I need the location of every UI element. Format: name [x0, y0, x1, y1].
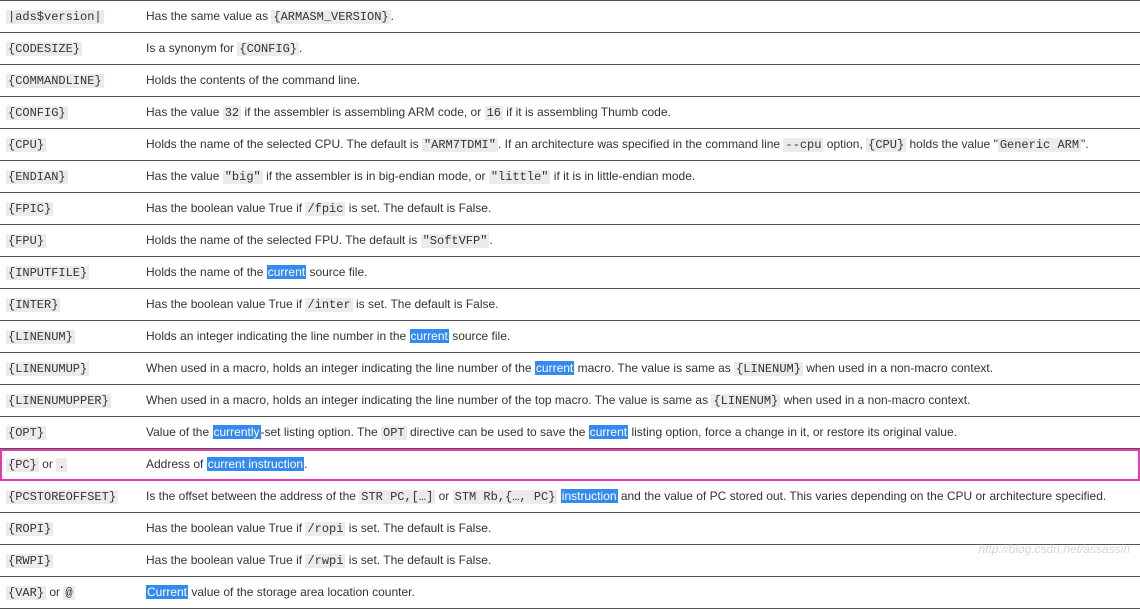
variable-cell: |ads$version|	[0, 1, 140, 33]
description-cell: Has the boolean value True if /inter is …	[140, 289, 1140, 321]
description-cell: Holds the name of the selected CPU. The …	[140, 129, 1140, 161]
description-cell: Current value of the storage area locati…	[140, 577, 1140, 609]
variable-cell: {RWPI}	[0, 545, 140, 577]
description-cell: Holds the name of the selected FPU. The …	[140, 225, 1140, 257]
variable-cell: {VAR} or @	[0, 577, 140, 609]
description-cell: Has the value "big" if the assembler is …	[140, 161, 1140, 193]
description-cell: Holds the name of the current source fil…	[140, 257, 1140, 289]
table-row: {LINENUMUPPER}When used in a macro, hold…	[0, 385, 1140, 417]
variable-cell: {COMMANDLINE}	[0, 65, 140, 97]
variable-cell: {FPU}	[0, 225, 140, 257]
table-row: {PC} or .Address of current instruction.	[0, 449, 1140, 481]
table-row: {ENDIAN}Has the value "big" if the assem…	[0, 161, 1140, 193]
table-row: {PCSTOREOFFSET}Is the offset between the…	[0, 481, 1140, 513]
variable-cell: {LINENUMUPPER}	[0, 385, 140, 417]
variable-cell: {PC} or .	[0, 449, 140, 481]
variable-cell: {INPUTFILE}	[0, 257, 140, 289]
description-cell: Has the boolean value True if /fpic is s…	[140, 193, 1140, 225]
table-row: {ROPI}Has the boolean value True if /rop…	[0, 513, 1140, 545]
variable-cell: {CODESIZE}	[0, 33, 140, 65]
variable-cell: {ROPI}	[0, 513, 140, 545]
variable-cell: {INTER}	[0, 289, 140, 321]
description-cell: Is a synonym for {CONFIG}.	[140, 33, 1140, 65]
description-cell: Has the value 32 if the assembler is ass…	[140, 97, 1140, 129]
description-cell: Has the same value as {ARMASM_VERSION}.	[140, 1, 1140, 33]
variable-cell: {OPT}	[0, 417, 140, 449]
table-row: {CODESIZE}Is a synonym for {CONFIG}.	[0, 33, 1140, 65]
table-row: {COMMANDLINE}Holds the contents of the c…	[0, 65, 1140, 97]
variable-cell: {CPU}	[0, 129, 140, 161]
table-row: {OPT}Value of the currently-set listing …	[0, 417, 1140, 449]
table-row: {LINENUM}Holds an integer indicating the…	[0, 321, 1140, 353]
table-row: |ads$version|Has the same value as {ARMA…	[0, 1, 1140, 33]
description-cell: Is the offset between the address of the…	[140, 481, 1140, 513]
variable-cell: {FPIC}	[0, 193, 140, 225]
variable-cell: {CONFIG}	[0, 97, 140, 129]
table-row: {LINENUMUP}When used in a macro, holds a…	[0, 353, 1140, 385]
variable-cell: {ENDIAN}	[0, 161, 140, 193]
description-cell: Holds an integer indicating the line num…	[140, 321, 1140, 353]
description-cell: Has the boolean value True if /ropi is s…	[140, 513, 1140, 545]
variable-cell: {PCSTOREOFFSET}	[0, 481, 140, 513]
description-cell: When used in a macro, holds an integer i…	[140, 385, 1140, 417]
table-row: {INPUTFILE}Holds the name of the current…	[0, 257, 1140, 289]
predefined-variables-table: |ads$version|Has the same value as {ARMA…	[0, 0, 1140, 609]
variable-cell: {LINENUM}	[0, 321, 140, 353]
variable-cell: {LINENUMUP}	[0, 353, 140, 385]
table-row: {CPU}Holds the name of the selected CPU.…	[0, 129, 1140, 161]
description-cell: When used in a macro, holds an integer i…	[140, 353, 1140, 385]
description-cell: Holds the contents of the command line.	[140, 65, 1140, 97]
description-cell: Value of the currently-set listing optio…	[140, 417, 1140, 449]
table-row: {RWPI}Has the boolean value True if /rwp…	[0, 545, 1140, 577]
table-row: {FPU}Holds the name of the selected FPU.…	[0, 225, 1140, 257]
description-cell: Has the boolean value True if /rwpi is s…	[140, 545, 1140, 577]
table-row: {VAR} or @Current value of the storage a…	[0, 577, 1140, 609]
table-row: {INTER}Has the boolean value True if /in…	[0, 289, 1140, 321]
table-row: {FPIC}Has the boolean value True if /fpi…	[0, 193, 1140, 225]
description-cell: Address of current instruction.	[140, 449, 1140, 481]
table-row: {CONFIG}Has the value 32 if the assemble…	[0, 97, 1140, 129]
